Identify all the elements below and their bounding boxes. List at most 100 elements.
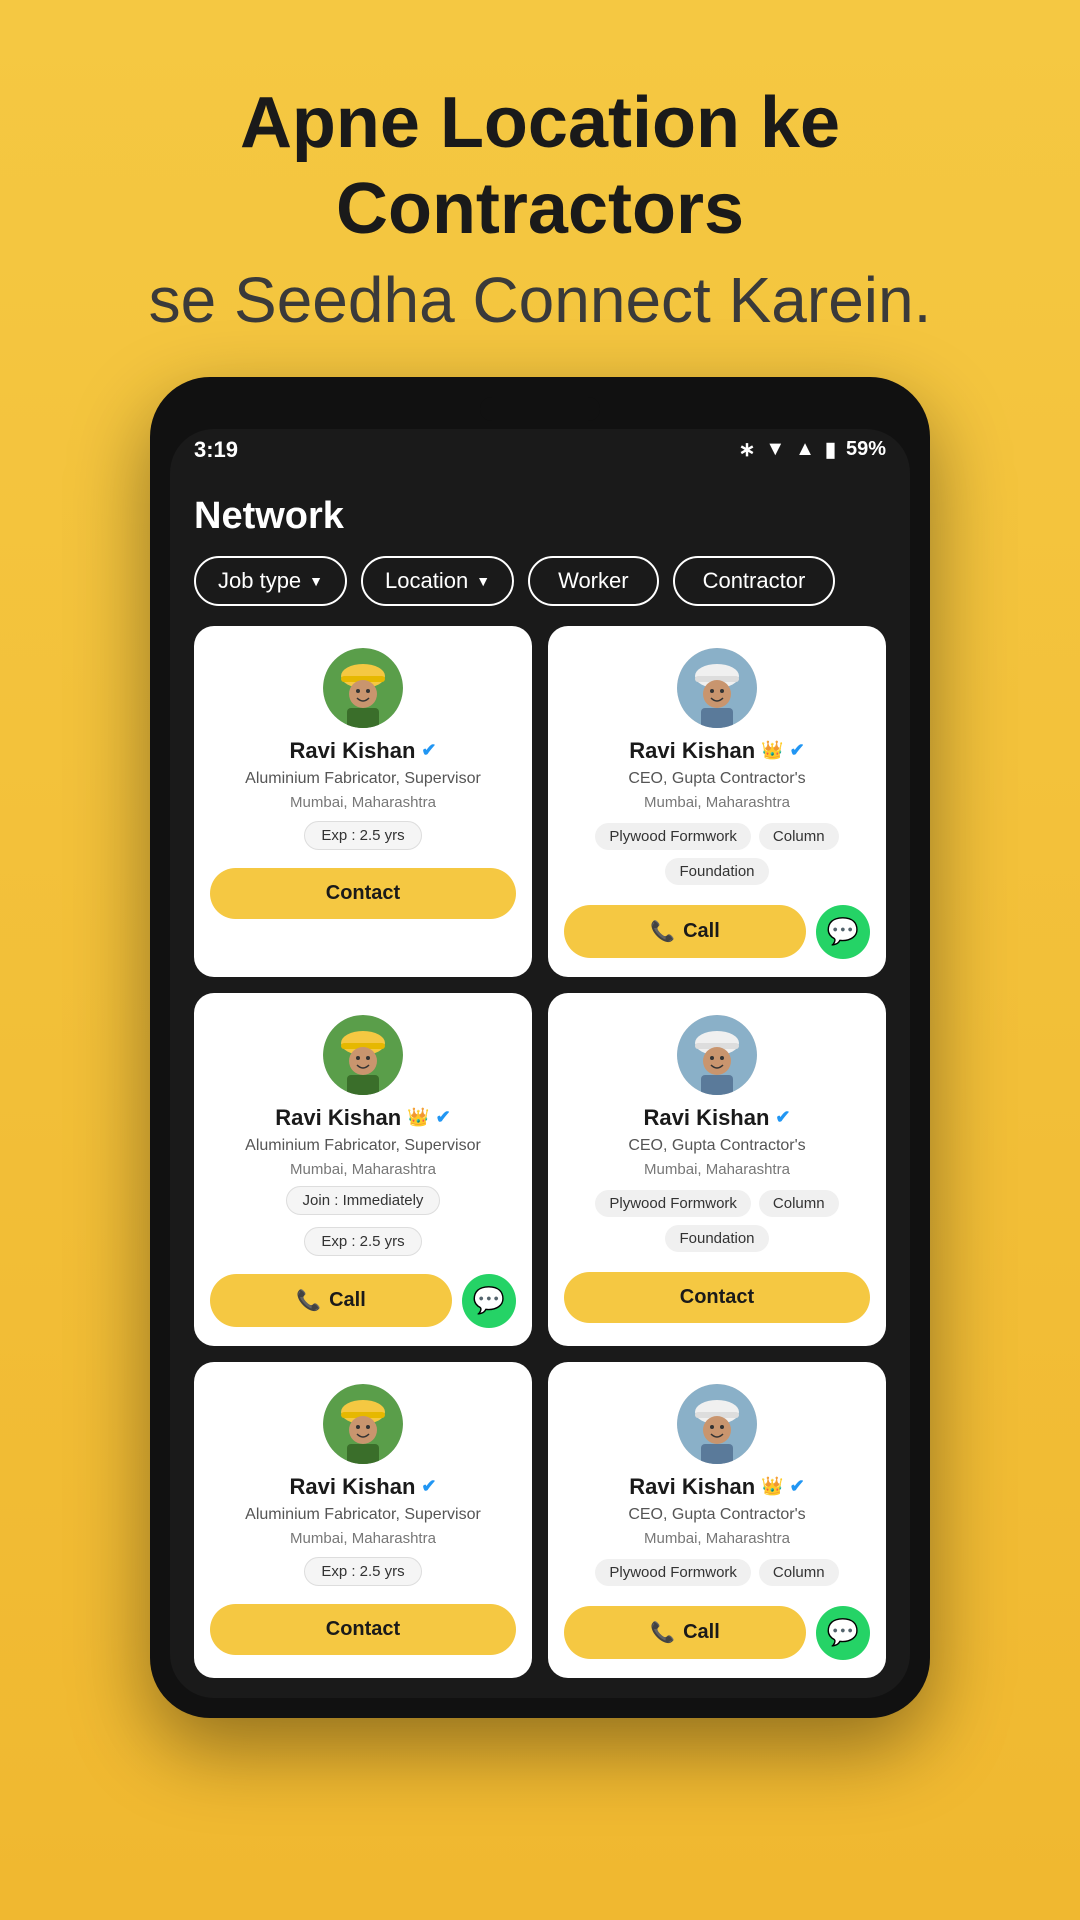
card-name-row: Ravi Kishan ✔ — [289, 1474, 436, 1500]
card-role: Aluminium Fabricator, Supervisor — [245, 1506, 481, 1524]
card-location: Mumbai, Maharashtra — [644, 794, 790, 811]
call-whatsapp-row: 📞Call 💬 — [210, 1274, 516, 1328]
status-bar: 3:19 ∗ ▼ ▲ ▮ 59% — [170, 429, 910, 475]
call-label: Call — [683, 1621, 720, 1644]
hero-title: Apne Location ke Contractors — [60, 80, 1020, 253]
whatsapp-button[interactable]: 💬 — [816, 1606, 870, 1660]
whatsapp-icon: 💬 — [827, 916, 859, 947]
card-name-row: Ravi Kishan👑✔ — [629, 738, 804, 764]
tag: Plywood Formwork — [595, 823, 751, 850]
card-name: Ravi Kishan — [289, 1474, 415, 1500]
screen-content: Network Job type ▼ Location ▼ Worker Con… — [170, 475, 910, 1678]
card-name: Ravi Kishan — [643, 1105, 769, 1131]
card-location: Mumbai, Maharashtra — [290, 794, 436, 811]
wifi-icon: ▼ — [765, 438, 785, 461]
call-whatsapp-row: 📞 Call 💬 — [564, 1606, 870, 1660]
filter-bar: Job type ▼ Location ▼ Worker Contractor — [194, 556, 886, 626]
whatsapp-button[interactable]: 💬 — [462, 1274, 516, 1328]
join-tag: Join : Immediately — [286, 1186, 441, 1215]
avatar — [677, 1015, 757, 1095]
call-button[interactable]: 📞 Call — [564, 1606, 806, 1659]
tag: Foundation — [665, 1225, 768, 1252]
verified-icon: ✔ — [436, 1107, 451, 1128]
contractor-filter[interactable]: Contractor — [673, 556, 836, 606]
tag: Foundation — [665, 858, 768, 885]
hero-title-apne: Apne — [240, 83, 440, 163]
tag: Plywood Formwork — [595, 1190, 751, 1217]
bluetooth-icon: ∗ — [739, 437, 756, 462]
crown-icon: 👑 — [761, 1476, 783, 1497]
status-time: 3:19 — [194, 437, 238, 463]
card-location: Mumbai, Maharashtra — [644, 1530, 790, 1547]
tags-row: Plywood Formwork Column — [593, 1557, 840, 1588]
whatsapp-icon: 💬 — [827, 1617, 859, 1648]
card-name: Ravi Kishan — [289, 738, 415, 764]
exp-tag: Exp : 2.5 yrs — [304, 821, 421, 850]
card-name: Ravi Kishan — [629, 1474, 755, 1500]
whatsapp-button[interactable]: 💬 — [816, 905, 870, 959]
hero-subtitle: se Seedha Connect Karein. — [60, 263, 1020, 337]
hero-title-contractors: Contractors — [336, 169, 744, 249]
crown-icon: 👑 — [761, 740, 783, 761]
call-button[interactable]: 📞Call — [210, 1274, 452, 1327]
job-type-label: Job type — [218, 568, 301, 594]
card-role: CEO, Gupta Contractor's — [628, 1137, 805, 1155]
battery-icon: ▮ — [825, 437, 836, 462]
card-name-row: Ravi Kishan 👑 ✔ — [275, 1105, 450, 1131]
signal-icon: ▲ — [795, 438, 815, 461]
whatsapp-icon: 💬 — [473, 1285, 505, 1316]
hero-title-location: Location — [440, 83, 760, 163]
card-contractor: Ravi Kishan✔ CEO, Gupta Contractor's Mumba… — [548, 993, 886, 1346]
card-worker: Ravi Kishan 👑 ✔ Aluminium Fabricator, Super… — [194, 993, 532, 1346]
verified-icon: ✔ — [421, 740, 436, 761]
tags-row: Plywood Formwork Column Foundation — [564, 821, 870, 887]
page-title: Network — [194, 475, 886, 556]
card-location: Mumbai, Maharashtra — [290, 1161, 436, 1178]
exp-tag: Exp : 2.5 yrs — [304, 1557, 421, 1586]
avatar — [323, 1384, 403, 1464]
phone-screen: 3:19 ∗ ▼ ▲ ▮ 59% Network Job type ▼ Loca… — [170, 429, 910, 1698]
status-icons: ∗ ▼ ▲ ▮ 59% — [739, 437, 886, 462]
job-type-filter[interactable]: Job type ▼ — [194, 556, 347, 606]
chevron-down-icon: ▼ — [476, 573, 490, 589]
card-worker: Ravi Kishan ✔ Aluminium Fabricator, Superv… — [194, 626, 532, 977]
hero-title-ke: ke — [760, 83, 840, 163]
cards-grid: Ravi Kishan ✔ Aluminium Fabricator, Superv… — [194, 626, 886, 1678]
phone-notch — [480, 397, 600, 421]
tag: Column — [759, 1559, 839, 1586]
avatar — [677, 1384, 757, 1464]
phone-icon: 📞 — [650, 1620, 675, 1645]
card-location: Mumbai, Maharashtra — [290, 1530, 436, 1547]
tag: Plywood Formwork — [595, 1559, 751, 1586]
location-label: Location — [385, 568, 468, 594]
verified-icon: ✔ — [790, 740, 805, 761]
call-button[interactable]: 📞 Call — [564, 905, 806, 958]
avatar — [323, 648, 403, 728]
call-label: Call — [683, 920, 720, 943]
phone-icon: 📞 — [650, 919, 675, 944]
call-whatsapp-row: 📞 Call 💬 — [564, 905, 870, 959]
hero-section: Apne Location ke Contractors se Seedha C… — [0, 0, 1080, 377]
contact-button[interactable]: Contact — [210, 868, 516, 919]
location-filter[interactable]: Location ▼ — [361, 556, 514, 606]
phone-icon: 📞 — [296, 1288, 321, 1313]
tag: Column — [759, 823, 839, 850]
card-name: Ravi Kishan — [275, 1105, 401, 1131]
card-name-row: Ravi Kishan✔ — [643, 1105, 790, 1131]
crown-icon: 👑 — [407, 1107, 429, 1128]
phone-frame: 3:19 ∗ ▼ ▲ ▮ 59% Network Job type ▼ Loca… — [150, 377, 930, 1718]
tags-row: Plywood Formwork Column Foundation — [564, 1188, 870, 1254]
chevron-down-icon: ▼ — [309, 573, 323, 589]
worker-filter[interactable]: Worker — [528, 556, 659, 606]
card-name-row: Ravi Kishan👑✔ — [629, 1474, 804, 1500]
card-role: Aluminium Fabricator, Supervisor — [245, 1137, 481, 1155]
card-location: Mumbai, Maharashtra — [644, 1161, 790, 1178]
exp-tag: Exp : 2.5 yrs — [304, 1227, 421, 1256]
verified-icon: ✔ — [421, 1476, 436, 1497]
card-contractor: Ravi Kishan👑✔CEO, Gupta Contractor'sMumb… — [548, 1362, 886, 1678]
battery-percent: 59% — [846, 438, 886, 461]
card-role: Aluminium Fabricator, Supervisor — [245, 770, 481, 788]
contact-button[interactable]: Contact — [210, 1604, 516, 1655]
tag: Column — [759, 1190, 839, 1217]
contact-button[interactable]: Contact — [564, 1272, 870, 1323]
